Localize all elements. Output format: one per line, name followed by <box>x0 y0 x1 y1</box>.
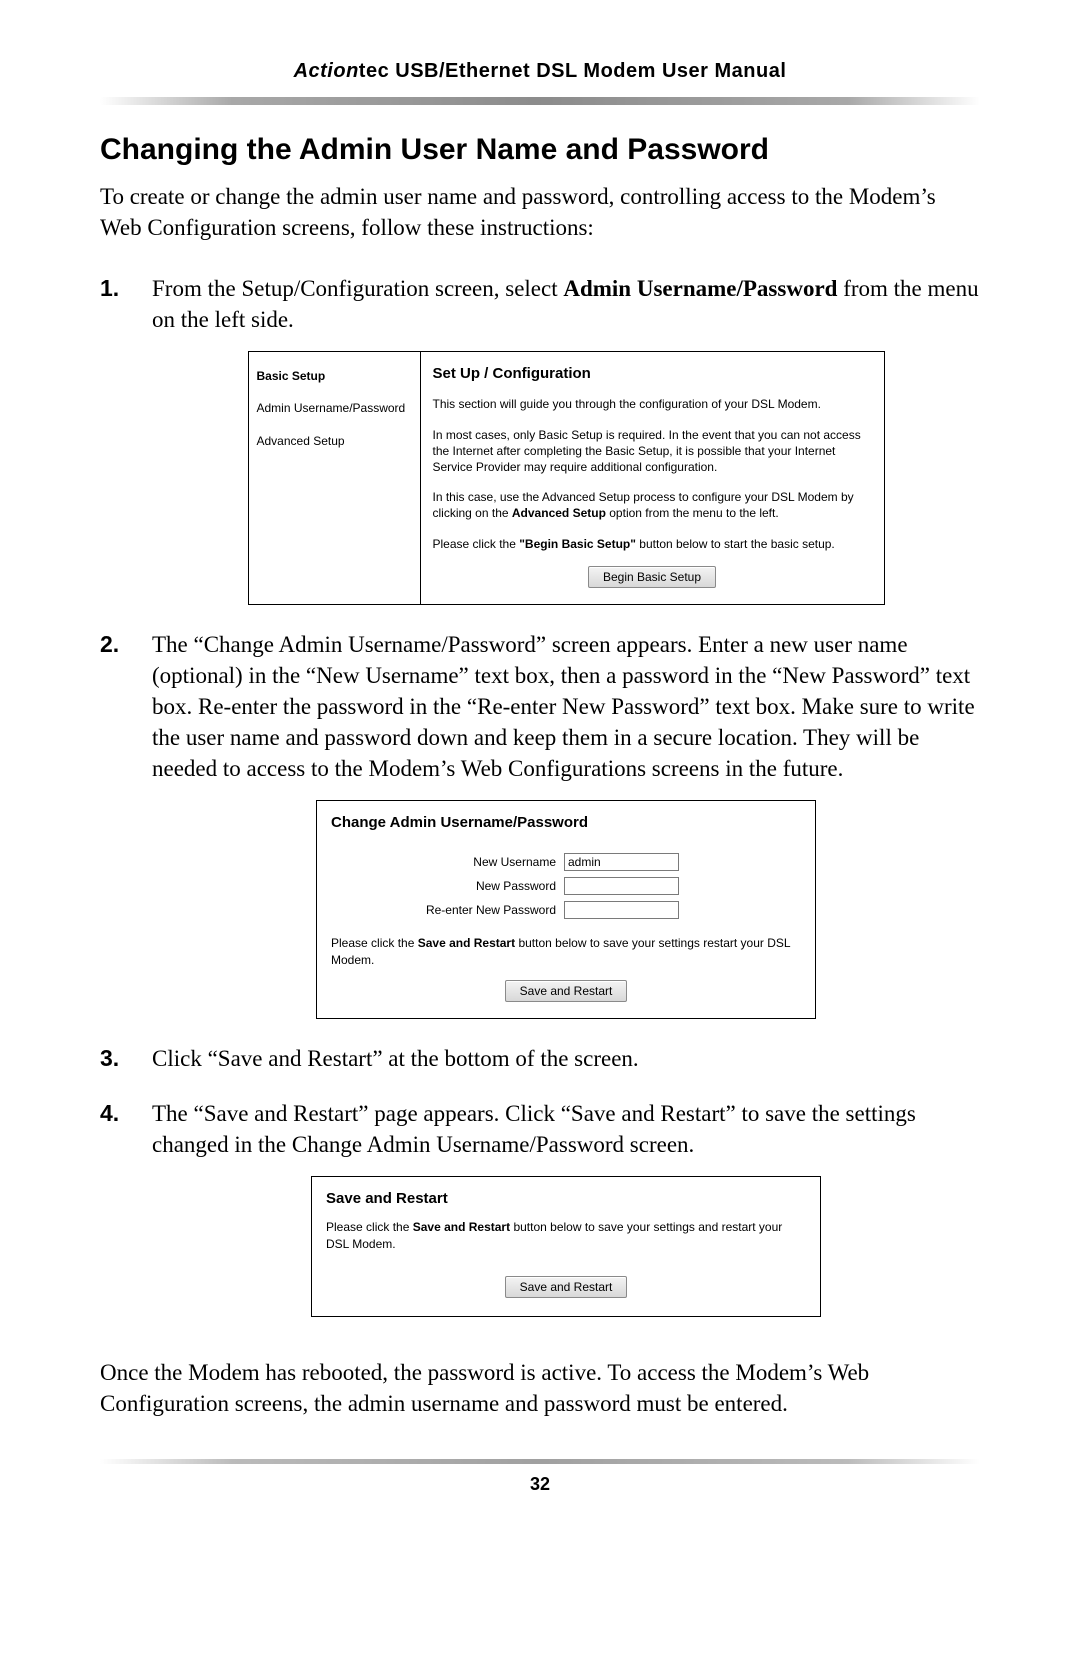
intro-paragraph: To create or change the admin user name … <box>100 181 980 243</box>
step-3: Click “Save and Restart” at the bottom o… <box>100 1043 980 1074</box>
section-title: Changing the Admin User Name and Passwor… <box>100 133 980 167</box>
setup-p4-pre: Please click the <box>433 537 520 551</box>
setup-config-panel: Basic Setup Admin Username/Password Adva… <box>248 351 885 605</box>
label-new-username: New Username <box>331 854 564 870</box>
input-new-password[interactable] <box>564 877 679 895</box>
header-rule <box>100 97 980 105</box>
closing-paragraph: Once the Modem has rebooted, the passwor… <box>100 1357 980 1419</box>
save-restart-panel: Save and Restart Please click the Save a… <box>311 1176 821 1317</box>
setup-title: Set Up / Configuration <box>433 364 872 384</box>
setup-p2: In most cases, only Basic Setup is requi… <box>433 427 872 476</box>
row-new-username: New Username <box>331 853 801 871</box>
running-head: Actiontec USB/Ethernet DSL Modem User Ma… <box>100 60 980 93</box>
setup-p4: Please click the "Begin Basic Setup" but… <box>433 536 872 552</box>
input-reenter-password[interactable] <box>564 901 679 919</box>
setup-main: Set Up / Configuration This section will… <box>421 352 884 604</box>
sidebar-item-basic-setup[interactable]: Basic Setup <box>257 368 412 384</box>
save-restart-note-pre: Please click the <box>326 1220 413 1234</box>
setup-p3: In this case, use the Advanced Setup pro… <box>433 489 872 521</box>
step-2: The “Change Admin Username/Password” scr… <box>100 629 980 1019</box>
setup-p1: This section will guide you through the … <box>433 396 872 412</box>
page-number: 32 <box>100 1474 980 1495</box>
step-3-text: Click “Save and Restart” at the bottom o… <box>152 1046 639 1071</box>
sidebar-item-advanced-setup[interactable]: Advanced Setup <box>257 433 412 449</box>
row-reenter-password: Re-enter New Password <box>331 901 801 919</box>
label-new-password: New Password <box>331 878 564 894</box>
save-and-restart-button-1[interactable]: Save and Restart <box>505 980 628 1002</box>
save-restart-note-bold: Save and Restart <box>413 1220 510 1234</box>
setup-p3-post: option from the menu to the left. <box>606 506 779 520</box>
change-admin-panel: Change Admin Username/Password New Usern… <box>316 800 816 1019</box>
step-2-text: The “Change Admin Username/Password” scr… <box>152 632 975 781</box>
save-restart-note: Please click the Save and Restart button… <box>326 1219 806 1251</box>
step-4: The “Save and Restart” page appears. Cli… <box>100 1098 980 1317</box>
setup-p4-post: button below to start the basic setup. <box>636 537 835 551</box>
input-new-username[interactable] <box>564 853 679 871</box>
change-admin-note-pre: Please click the <box>331 936 418 950</box>
setup-sidebar: Basic Setup Admin Username/Password Adva… <box>249 352 421 604</box>
sidebar-item-admin-userpass[interactable]: Admin Username/Password <box>257 400 412 416</box>
row-new-password: New Password <box>331 877 801 895</box>
label-reenter-password: Re-enter New Password <box>331 902 564 918</box>
step-1-bold: Admin Username/Password <box>563 276 837 301</box>
brand-rest: tec <box>359 60 389 82</box>
step-1: From the Setup/Configuration screen, sel… <box>100 273 980 605</box>
step-4-text: The “Save and Restart” page appears. Cli… <box>152 1101 916 1157</box>
running-head-title: USB/Ethernet DSL Modem User Manual <box>389 60 786 82</box>
setup-p3-bold: Advanced Setup <box>512 506 606 520</box>
change-admin-note-bold: Save and Restart <box>418 936 515 950</box>
brand-italic: Action <box>294 60 359 82</box>
change-admin-note: Please click the Save and Restart button… <box>331 935 801 967</box>
setup-p4-bold: "Begin Basic Setup" <box>519 537 636 551</box>
save-and-restart-button-2[interactable]: Save and Restart <box>505 1276 628 1298</box>
begin-basic-setup-button[interactable]: Begin Basic Setup <box>588 566 716 588</box>
footer-rule <box>100 1459 980 1464</box>
step-1-pre: From the Setup/Configuration screen, sel… <box>152 276 563 301</box>
change-admin-title: Change Admin Username/Password <box>331 813 801 833</box>
save-restart-title: Save and Restart <box>326 1189 806 1209</box>
